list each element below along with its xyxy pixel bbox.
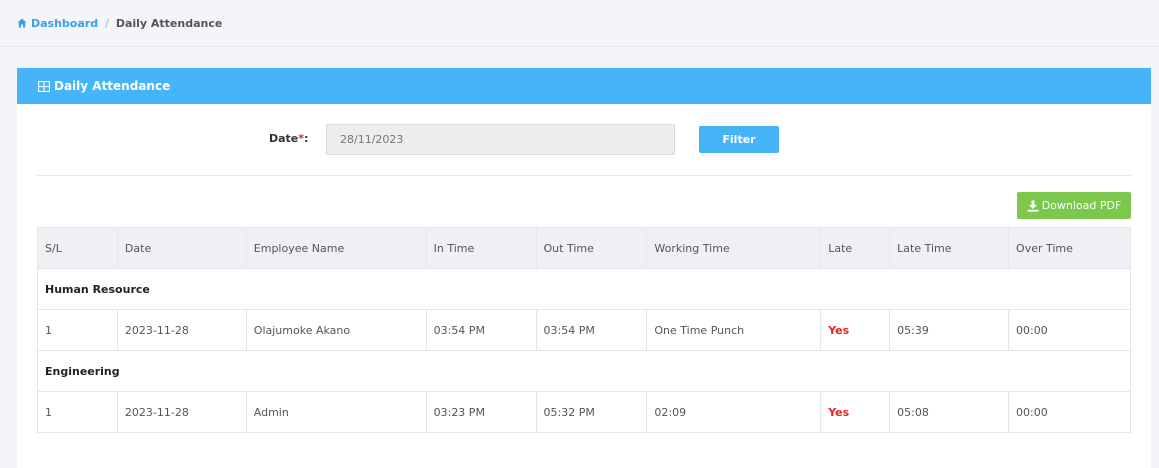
download-pdf-label: Download PDF xyxy=(1041,199,1122,212)
cell-employee: Olajumoke Akano xyxy=(245,309,427,351)
breadcrumb-dashboard-label: Dashboard xyxy=(31,16,99,30)
column-header: Employee Name xyxy=(245,227,427,269)
card-header: Daily Attendance xyxy=(17,68,1151,104)
column-header: Date xyxy=(116,227,247,269)
table-icon xyxy=(38,80,50,92)
cell-in-time: 03:54 PM xyxy=(425,309,537,351)
breadcrumb: Dashboard / Daily Attendance xyxy=(0,0,1159,47)
group-row: Engineering xyxy=(37,350,1131,392)
column-header: S/L xyxy=(37,227,118,269)
group-name: Engineering xyxy=(37,350,1131,392)
column-header: Over Time xyxy=(1008,227,1131,269)
card-title: Daily Attendance xyxy=(54,79,171,93)
group-row: Human Resource xyxy=(37,268,1131,310)
group-name: Human Resource xyxy=(37,268,1131,310)
column-header: Late Time xyxy=(889,227,1010,269)
cell-out-time: 03:54 PM xyxy=(535,309,648,351)
column-header: In Time xyxy=(425,227,537,269)
column-header: Out Time xyxy=(535,227,648,269)
breadcrumb-current: Daily Attendance xyxy=(115,16,223,30)
divider xyxy=(37,175,1131,176)
cell-late-time: 05:08 xyxy=(889,391,1010,433)
cell-over-time: 00:00 xyxy=(1008,391,1131,433)
filter-row: Date*: Filter xyxy=(17,124,1151,156)
cell-over-time: 00:00 xyxy=(1008,309,1131,351)
cell-working-time: One Time Punch xyxy=(646,309,822,351)
breadcrumb-separator: / xyxy=(105,16,109,30)
table-header-row: S/L Date Employee Name In Time Out Time … xyxy=(37,227,1131,269)
cell-sl: 1 xyxy=(37,309,118,351)
cell-out-time: 05:32 PM xyxy=(535,391,648,433)
cell-late: Yes xyxy=(820,309,891,351)
table-row: 1 2023-11-28 Olajumoke Akano 03:54 PM 03… xyxy=(37,309,1131,351)
download-icon xyxy=(1027,200,1039,212)
home-icon xyxy=(17,18,27,28)
cell-late-time: 05:39 xyxy=(889,309,1010,351)
cell-sl: 1 xyxy=(37,391,118,433)
date-input[interactable] xyxy=(326,124,675,155)
attendance-card: Daily Attendance Date*: Filter Download … xyxy=(17,68,1151,468)
table-row: 1 2023-11-28 Admin 03:23 PM 05:32 PM 02:… xyxy=(37,391,1131,433)
download-pdf-button[interactable]: Download PDF xyxy=(1017,192,1131,219)
cell-employee: Admin xyxy=(245,391,427,433)
column-header: Late xyxy=(820,227,891,269)
attendance-table: S/L Date Employee Name In Time Out Time … xyxy=(37,227,1131,433)
cell-in-time: 03:23 PM xyxy=(425,391,537,433)
cell-working-time: 02:09 xyxy=(646,391,822,433)
filter-button[interactable]: Filter xyxy=(699,126,779,153)
date-label: Date*: xyxy=(269,132,309,145)
cell-date: 2023-11-28 xyxy=(116,309,247,351)
cell-late: Yes xyxy=(820,391,891,433)
column-header: Working Time xyxy=(646,227,822,269)
cell-date: 2023-11-28 xyxy=(116,391,247,433)
breadcrumb-dashboard-link[interactable]: Dashboard xyxy=(17,17,98,30)
